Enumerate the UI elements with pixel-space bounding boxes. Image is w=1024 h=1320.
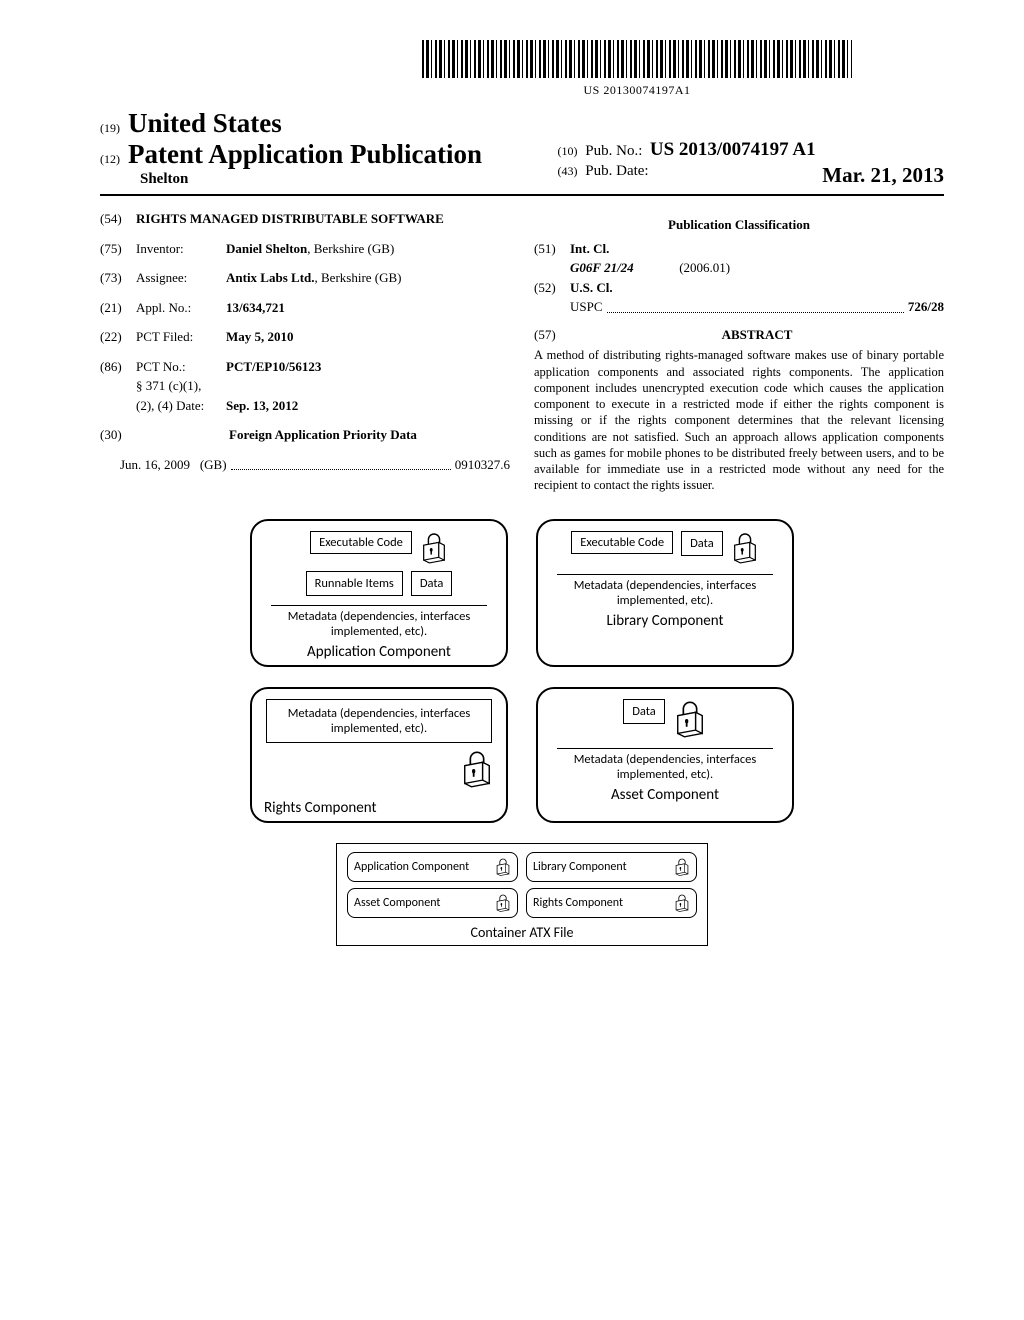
- uspc-val: 726/28: [908, 298, 944, 316]
- pct-no: PCT/EP10/56123: [226, 358, 510, 376]
- appl-no: 13/634,721: [226, 299, 510, 317]
- abstract-heading: ABSTRACT: [570, 326, 944, 344]
- lock-icon: [495, 857, 511, 877]
- barcode-number: US 20130074197A1: [330, 83, 944, 98]
- app-comp-title: Application Component: [307, 643, 451, 661]
- pub-no-label: Pub. No.:: [585, 143, 642, 159]
- pub-date-code: (43): [558, 164, 578, 178]
- inventor-loc: , Berkshire (GB): [307, 241, 394, 256]
- container-asset-comp: Asset Component: [347, 888, 518, 918]
- divider: [100, 194, 944, 196]
- metadata-text: Metadata (dependencies, interfaces imple…: [557, 574, 773, 608]
- dot-leader: [607, 311, 904, 313]
- pub-date-label: Pub. Date:: [585, 163, 648, 179]
- assignee-code: (73): [100, 269, 136, 287]
- title-code: (54): [100, 210, 136, 228]
- assignee-label: Assignee:: [136, 269, 226, 287]
- runnable-box: Runnable Items: [306, 571, 403, 596]
- pub-type-code: (12): [100, 152, 120, 166]
- container-lib-comp: Library Component: [526, 852, 697, 882]
- pub-no-code: (10): [558, 144, 578, 158]
- rights-component-box: Metadata (dependencies, interfaces imple…: [250, 687, 508, 823]
- right-column: Publication Classification (51) Int. Cl.…: [534, 210, 944, 494]
- application-component-box: Executable Code Runnable Items Data Meta…: [250, 519, 508, 667]
- inventor-label: Inventor:: [136, 240, 226, 258]
- foreign-date: Jun. 16, 2009: [120, 456, 190, 474]
- foreign-cc: (GB): [200, 456, 227, 474]
- abstract-text: A method of distributing rights-managed …: [534, 347, 944, 493]
- asset-component-box: Data Metadata (dependencies, interfaces …: [536, 687, 794, 823]
- pub-date: Mar. 21, 2013: [822, 163, 944, 188]
- pct-no-label: PCT No.:: [136, 358, 226, 376]
- exec-code-box: Executable Code: [571, 531, 673, 555]
- foreign-heading: Foreign Application Priority Data: [136, 426, 510, 444]
- uscl-code: (52): [534, 279, 570, 297]
- classification-heading: Publication Classification: [534, 216, 944, 234]
- left-column: (54) RIGHTS MANAGED DISTRIBUTABLE SOFTWA…: [100, 210, 510, 494]
- pct-filed-label: PCT Filed:: [136, 328, 226, 346]
- container-title: Container ATX File: [347, 924, 697, 941]
- appl-label: Appl. No.:: [136, 299, 226, 317]
- inventor-code: (75): [100, 240, 136, 258]
- container-rights-comp: Rights Component: [526, 888, 697, 918]
- country-name: United States: [128, 108, 282, 138]
- dot-leader: [231, 468, 451, 470]
- rights-comp-title: Rights Component: [264, 799, 376, 817]
- appl-code: (21): [100, 299, 136, 317]
- library-component-box: Executable Code Data Metadata (dependenc…: [536, 519, 794, 667]
- lock-icon: [674, 893, 690, 913]
- lock-icon: [460, 749, 494, 789]
- exec-code-box: Executable Code: [310, 531, 412, 555]
- container-app-comp: Application Component: [347, 852, 518, 882]
- lock-icon: [731, 531, 759, 565]
- figure: Executable Code Runnable Items Data Meta…: [100, 519, 944, 946]
- country-code: (19): [100, 121, 120, 135]
- lock-icon: [674, 857, 690, 877]
- metadata-text: Metadata (dependencies, interfaces imple…: [557, 748, 773, 782]
- pct-filed-code: (22): [100, 328, 136, 346]
- uscl-label: U.S. Cl.: [570, 279, 944, 297]
- asset-comp-title: Asset Component: [611, 786, 719, 804]
- container-file-box: Application Component Library Component …: [336, 843, 708, 946]
- foreign-num: 0910327.6: [455, 456, 510, 474]
- pct-no-code: (86): [100, 358, 136, 376]
- sec371-label: § 371 (c)(1),: [136, 377, 510, 395]
- sec371-date: Sep. 13, 2012: [226, 397, 510, 415]
- author-name: Shelton: [140, 171, 548, 188]
- lib-comp-title: Library Component: [606, 612, 723, 630]
- uspc-label: USPC: [570, 298, 603, 316]
- lock-icon: [673, 699, 707, 739]
- pub-no: US 2013/0074197 A1: [650, 139, 816, 160]
- pct-filed: May 5, 2010: [226, 328, 510, 346]
- data-box: Data: [411, 571, 453, 596]
- lock-icon: [495, 893, 511, 913]
- intcl-code: (51): [534, 240, 570, 258]
- data-box: Data: [623, 699, 665, 724]
- sec371-date-label: (2), (4) Date:: [136, 397, 226, 415]
- invention-title: RIGHTS MANAGED DISTRIBUTABLE SOFTWARE: [136, 210, 510, 228]
- intcl-val: G06F 21/24: [570, 260, 634, 275]
- abstract-code: (57): [534, 326, 570, 344]
- assignee-loc: , Berkshire (GB): [315, 270, 402, 285]
- intcl-label: Int. Cl.: [570, 240, 944, 258]
- metadata-text: Metadata (dependencies, interfaces imple…: [266, 699, 492, 743]
- inventor-name: Daniel Shelton: [226, 241, 307, 256]
- data-box: Data: [681, 531, 723, 556]
- barcode-icon: [422, 40, 852, 78]
- intcl-year: (2006.01): [679, 260, 730, 275]
- assignee-name: Antix Labs Ltd.: [226, 270, 315, 285]
- barcode-section: US 20130074197A1: [100, 40, 944, 98]
- foreign-code: (30): [100, 426, 136, 444]
- lock-icon: [420, 531, 448, 565]
- publication-type: Patent Application Publication: [128, 139, 482, 169]
- metadata-text: Metadata (dependencies, interfaces imple…: [271, 605, 487, 639]
